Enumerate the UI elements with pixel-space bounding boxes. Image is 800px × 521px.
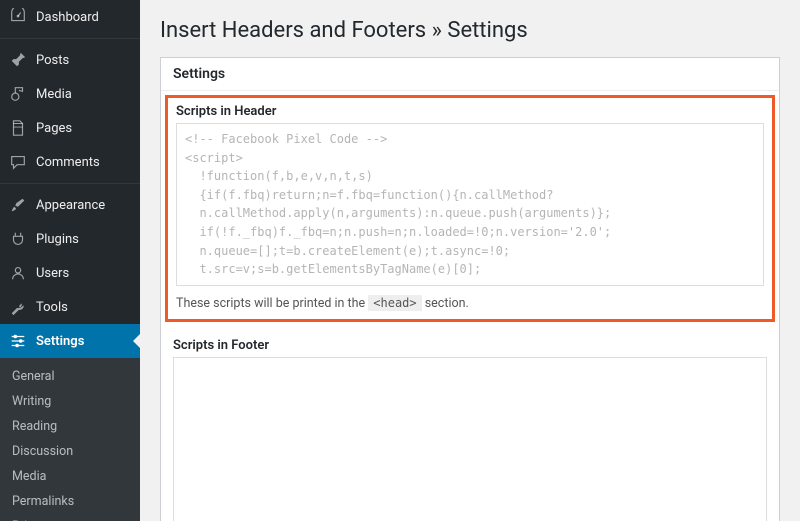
submenu-item-writing[interactable]: Writing (0, 389, 140, 414)
scripts-in-header-block: Scripts in Header These scripts will be … (165, 95, 775, 322)
header-field-label: Scripts in Header (176, 104, 764, 119)
menu-separator (0, 183, 140, 184)
sidebar-item-appearance[interactable]: Appearance (0, 188, 140, 222)
sidebar-item-plugins[interactable]: Plugins (0, 222, 140, 256)
sidebar-item-label: Posts (36, 53, 69, 68)
settings-panel: Settings Scripts in Header These scripts… (160, 57, 780, 521)
submenu-item-permalinks[interactable]: Permalinks (0, 489, 140, 514)
comment-icon (8, 152, 28, 172)
sidebar-item-label: Comments (36, 155, 100, 170)
sidebar-item-settings[interactable]: Settings (0, 324, 140, 358)
helper-text: These scripts will be printed in the (176, 296, 368, 311)
submenu-item-privacy[interactable]: Privacy (0, 514, 140, 521)
sidebar-item-media[interactable]: Media (0, 77, 140, 111)
sidebar-item-users[interactable]: Users (0, 256, 140, 290)
user-icon (8, 263, 28, 283)
submenu-item-discussion[interactable]: Discussion (0, 439, 140, 464)
dashboard-icon (8, 7, 28, 27)
footer-field-label: Scripts in Footer (173, 338, 767, 353)
sidebar-item-posts[interactable]: Posts (0, 43, 140, 77)
sidebar-item-label: Settings (36, 334, 84, 349)
plug-icon (8, 229, 28, 249)
sidebar-item-comments[interactable]: Comments (0, 145, 140, 179)
pages-icon (8, 118, 28, 138)
sidebar-item-label: Users (36, 266, 69, 281)
sidebar-item-label: Plugins (36, 232, 79, 247)
submenu-item-general[interactable]: General (0, 364, 140, 389)
menu-separator (0, 38, 140, 39)
sidebar-item-dashboard[interactable]: Dashboard (0, 0, 140, 34)
main-content: Insert Headers and Footers » Settings Se… (140, 0, 800, 521)
pin-icon (8, 50, 28, 70)
scripts-in-footer-textarea[interactable] (173, 357, 767, 521)
settings-submenu: General Writing Reading Discussion Media… (0, 358, 140, 521)
helper-code: <head> (368, 295, 421, 311)
submenu-item-media[interactable]: Media (0, 464, 140, 489)
scripts-in-header-textarea[interactable] (176, 123, 764, 286)
media-icon (8, 84, 28, 104)
sliders-icon (8, 331, 28, 351)
sidebar-item-pages[interactable]: Pages (0, 111, 140, 145)
sidebar-item-tools[interactable]: Tools (0, 290, 140, 324)
page-title: Insert Headers and Footers » Settings (160, 18, 780, 43)
brush-icon (8, 195, 28, 215)
sidebar-item-label: Pages (36, 121, 72, 136)
submenu-item-reading[interactable]: Reading (0, 414, 140, 439)
sidebar-item-label: Dashboard (36, 10, 99, 25)
sidebar-item-label: Appearance (36, 198, 105, 213)
sidebar-item-label: Media (36, 87, 72, 102)
panel-heading: Settings (161, 58, 779, 91)
sidebar-item-label: Tools (36, 300, 68, 315)
scripts-in-footer-block: Scripts in Footer These scripts will be … (173, 338, 767, 521)
admin-sidebar: Dashboard Posts Media Pages Comments App… (0, 0, 140, 521)
panel-body: Scripts in Header These scripts will be … (161, 91, 779, 521)
helper-text: section. (422, 296, 469, 311)
wrench-icon (8, 297, 28, 317)
header-helper-text: These scripts will be printed in the <he… (176, 296, 764, 311)
